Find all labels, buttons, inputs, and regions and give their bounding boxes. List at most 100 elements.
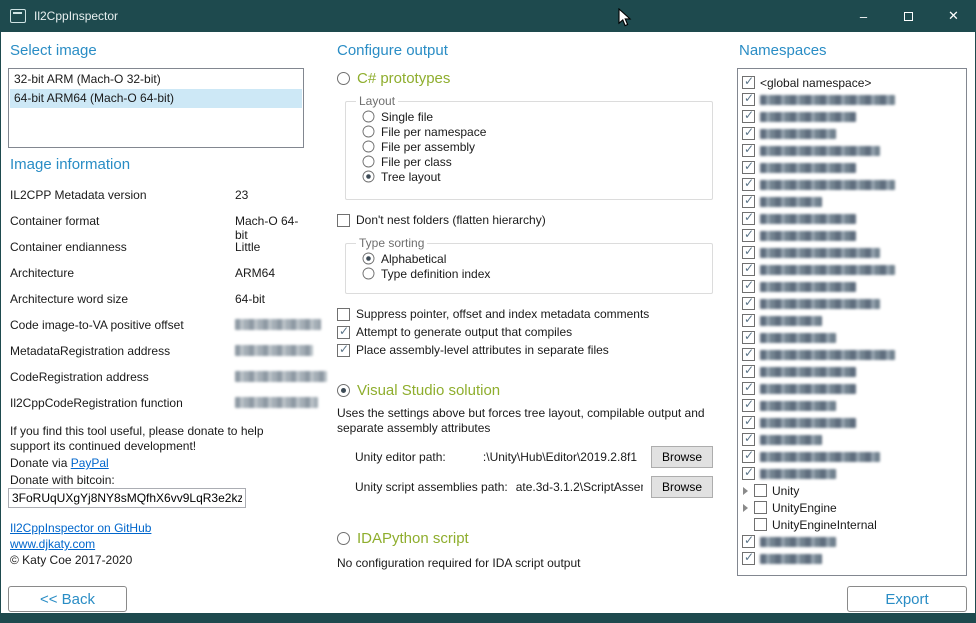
radio-icon[interactable] [363,268,375,280]
namespace-checkbox[interactable] [742,467,755,480]
namespace-checkbox[interactable] [742,297,755,310]
namespace-checkbox[interactable] [742,399,755,412]
namespace-checkbox[interactable] [742,76,755,89]
idapython-script-option[interactable]: IDAPython script [337,530,469,547]
namespace-checkbox[interactable] [742,110,755,123]
namespace-item[interactable] [742,278,962,295]
compilable-checkbox-icon[interactable] [337,326,350,339]
namespace-item[interactable] [742,397,962,414]
namespace-item[interactable] [742,431,962,448]
namespace-item[interactable]: UnityEngine [742,499,962,516]
ida-radio-icon[interactable] [337,532,350,545]
layout-option[interactable]: File per namespace [362,124,704,139]
namespace-item[interactable] [742,108,962,125]
namespace-checkbox[interactable] [742,229,755,242]
expander-icon[interactable] [743,487,748,495]
namespace-checkbox[interactable] [742,246,755,259]
namespace-item[interactable] [742,210,962,227]
compilable-output-checkbox-row[interactable]: Attempt to generate output that compiles [337,324,572,340]
layout-option[interactable]: File per assembly [362,139,704,154]
vs-option-label[interactable]: Visual Studio solution [357,382,500,399]
namespace-item[interactable] [742,227,962,244]
namespace-item[interactable] [742,142,962,159]
browse-assemblies-button[interactable]: Browse [651,476,713,498]
back-button[interactable]: << Back [8,586,127,612]
namespace-item[interactable] [742,312,962,329]
namespace-item[interactable]: Unity [742,482,962,499]
vs-radio-icon[interactable] [337,384,350,397]
namespace-item[interactable]: UnityEngineInternal [742,516,962,533]
namespace-item[interactable] [742,550,962,567]
namespace-checkbox[interactable] [742,127,755,140]
namespace-checkbox[interactable] [742,263,755,276]
unity-assemblies-path-value[interactable]: ate.3d-3.1.2\ScriptAssemblies [516,480,643,494]
type-sorting-option[interactable]: Type definition index [362,266,704,281]
assembly-attributes-checkbox-row[interactable]: Place assembly-level attributes in separ… [337,342,609,358]
namespace-item[interactable] [742,159,962,176]
namespace-item[interactable] [742,414,962,431]
namespace-checkbox[interactable] [742,535,755,548]
csharp-prototypes-option[interactable]: C# prototypes [337,70,450,87]
unity-editor-path-value[interactable]: :\Unity\Hub\Editor\2019.2.8f1 [454,450,643,464]
github-link[interactable]: Il2CppInspector on GitHub [10,521,151,535]
namespace-checkbox[interactable] [742,195,755,208]
namespace-item[interactable] [742,363,962,380]
image-list[interactable]: 32-bit ARM (Mach-O 32-bit) 64-bit ARM64 … [8,68,304,148]
namespace-checkbox[interactable] [742,178,755,191]
csharp-radio-icon[interactable] [337,72,350,85]
namespace-item[interactable] [742,261,962,278]
namespace-checkbox[interactable] [754,501,767,514]
ida-option-label[interactable]: IDAPython script [357,530,469,547]
namespace-item[interactable]: <global namespace> [742,74,962,91]
namespace-checkbox[interactable] [742,144,755,157]
namespace-checkbox[interactable] [742,382,755,395]
website-link[interactable]: www.djkaty.com [10,537,95,551]
namespace-item[interactable] [742,125,962,142]
layout-option[interactable]: Tree layout [362,169,704,184]
flatten-checkbox-icon[interactable] [337,214,350,227]
export-button[interactable]: Export [847,586,967,612]
flatten-hierarchy-checkbox-row[interactable]: Don't nest folders (flatten hierarchy) [337,212,546,228]
namespace-checkbox[interactable] [754,518,767,531]
browse-editor-button[interactable]: Browse [651,446,713,468]
minimize-button[interactable]: – [841,0,886,32]
namespace-checkbox[interactable] [754,484,767,497]
image-list-item[interactable]: 64-bit ARM64 (Mach-O 64-bit) [10,89,302,108]
namespace-checkbox[interactable] [742,93,755,106]
paypal-link[interactable]: PayPal [71,456,109,470]
suppress-comments-checkbox-row[interactable]: Suppress pointer, offset and index metad… [337,306,649,322]
maximize-button[interactable] [886,0,931,32]
namespace-item[interactable] [742,244,962,261]
namespace-item[interactable] [742,329,962,346]
radio-icon[interactable] [363,171,375,183]
expander-icon[interactable] [743,504,748,512]
namespace-checkbox[interactable] [742,450,755,463]
namespace-checkbox[interactable] [742,212,755,225]
namespace-item[interactable] [742,193,962,210]
namespace-item[interactable] [742,533,962,550]
radio-icon[interactable] [363,111,375,123]
radio-icon[interactable] [363,126,375,138]
visual-studio-solution-option[interactable]: Visual Studio solution [337,382,500,399]
bitcoin-address-input[interactable] [8,488,246,508]
radio-icon[interactable] [363,141,375,153]
image-list-item[interactable]: 32-bit ARM (Mach-O 32-bit) [10,70,302,89]
suppress-checkbox-icon[interactable] [337,308,350,321]
namespace-checkbox[interactable] [742,280,755,293]
namespace-item[interactable] [742,448,962,465]
namespace-item[interactable] [742,465,962,482]
namespace-item[interactable] [742,380,962,397]
namespace-checkbox[interactable] [742,331,755,344]
namespace-item[interactable] [742,91,962,108]
csharp-option-label[interactable]: C# prototypes [357,70,450,87]
radio-icon[interactable] [363,156,375,168]
namespace-checkbox[interactable] [742,348,755,361]
namespaces-box[interactable]: <global namespace> [737,68,967,576]
namespace-checkbox[interactable] [742,365,755,378]
radio-icon[interactable] [363,253,375,265]
layout-option[interactable]: File per class [362,154,704,169]
namespace-checkbox[interactable] [742,552,755,565]
namespace-checkbox[interactable] [742,161,755,174]
namespace-checkbox[interactable] [742,433,755,446]
type-sorting-option[interactable]: Alphabetical [362,251,704,266]
